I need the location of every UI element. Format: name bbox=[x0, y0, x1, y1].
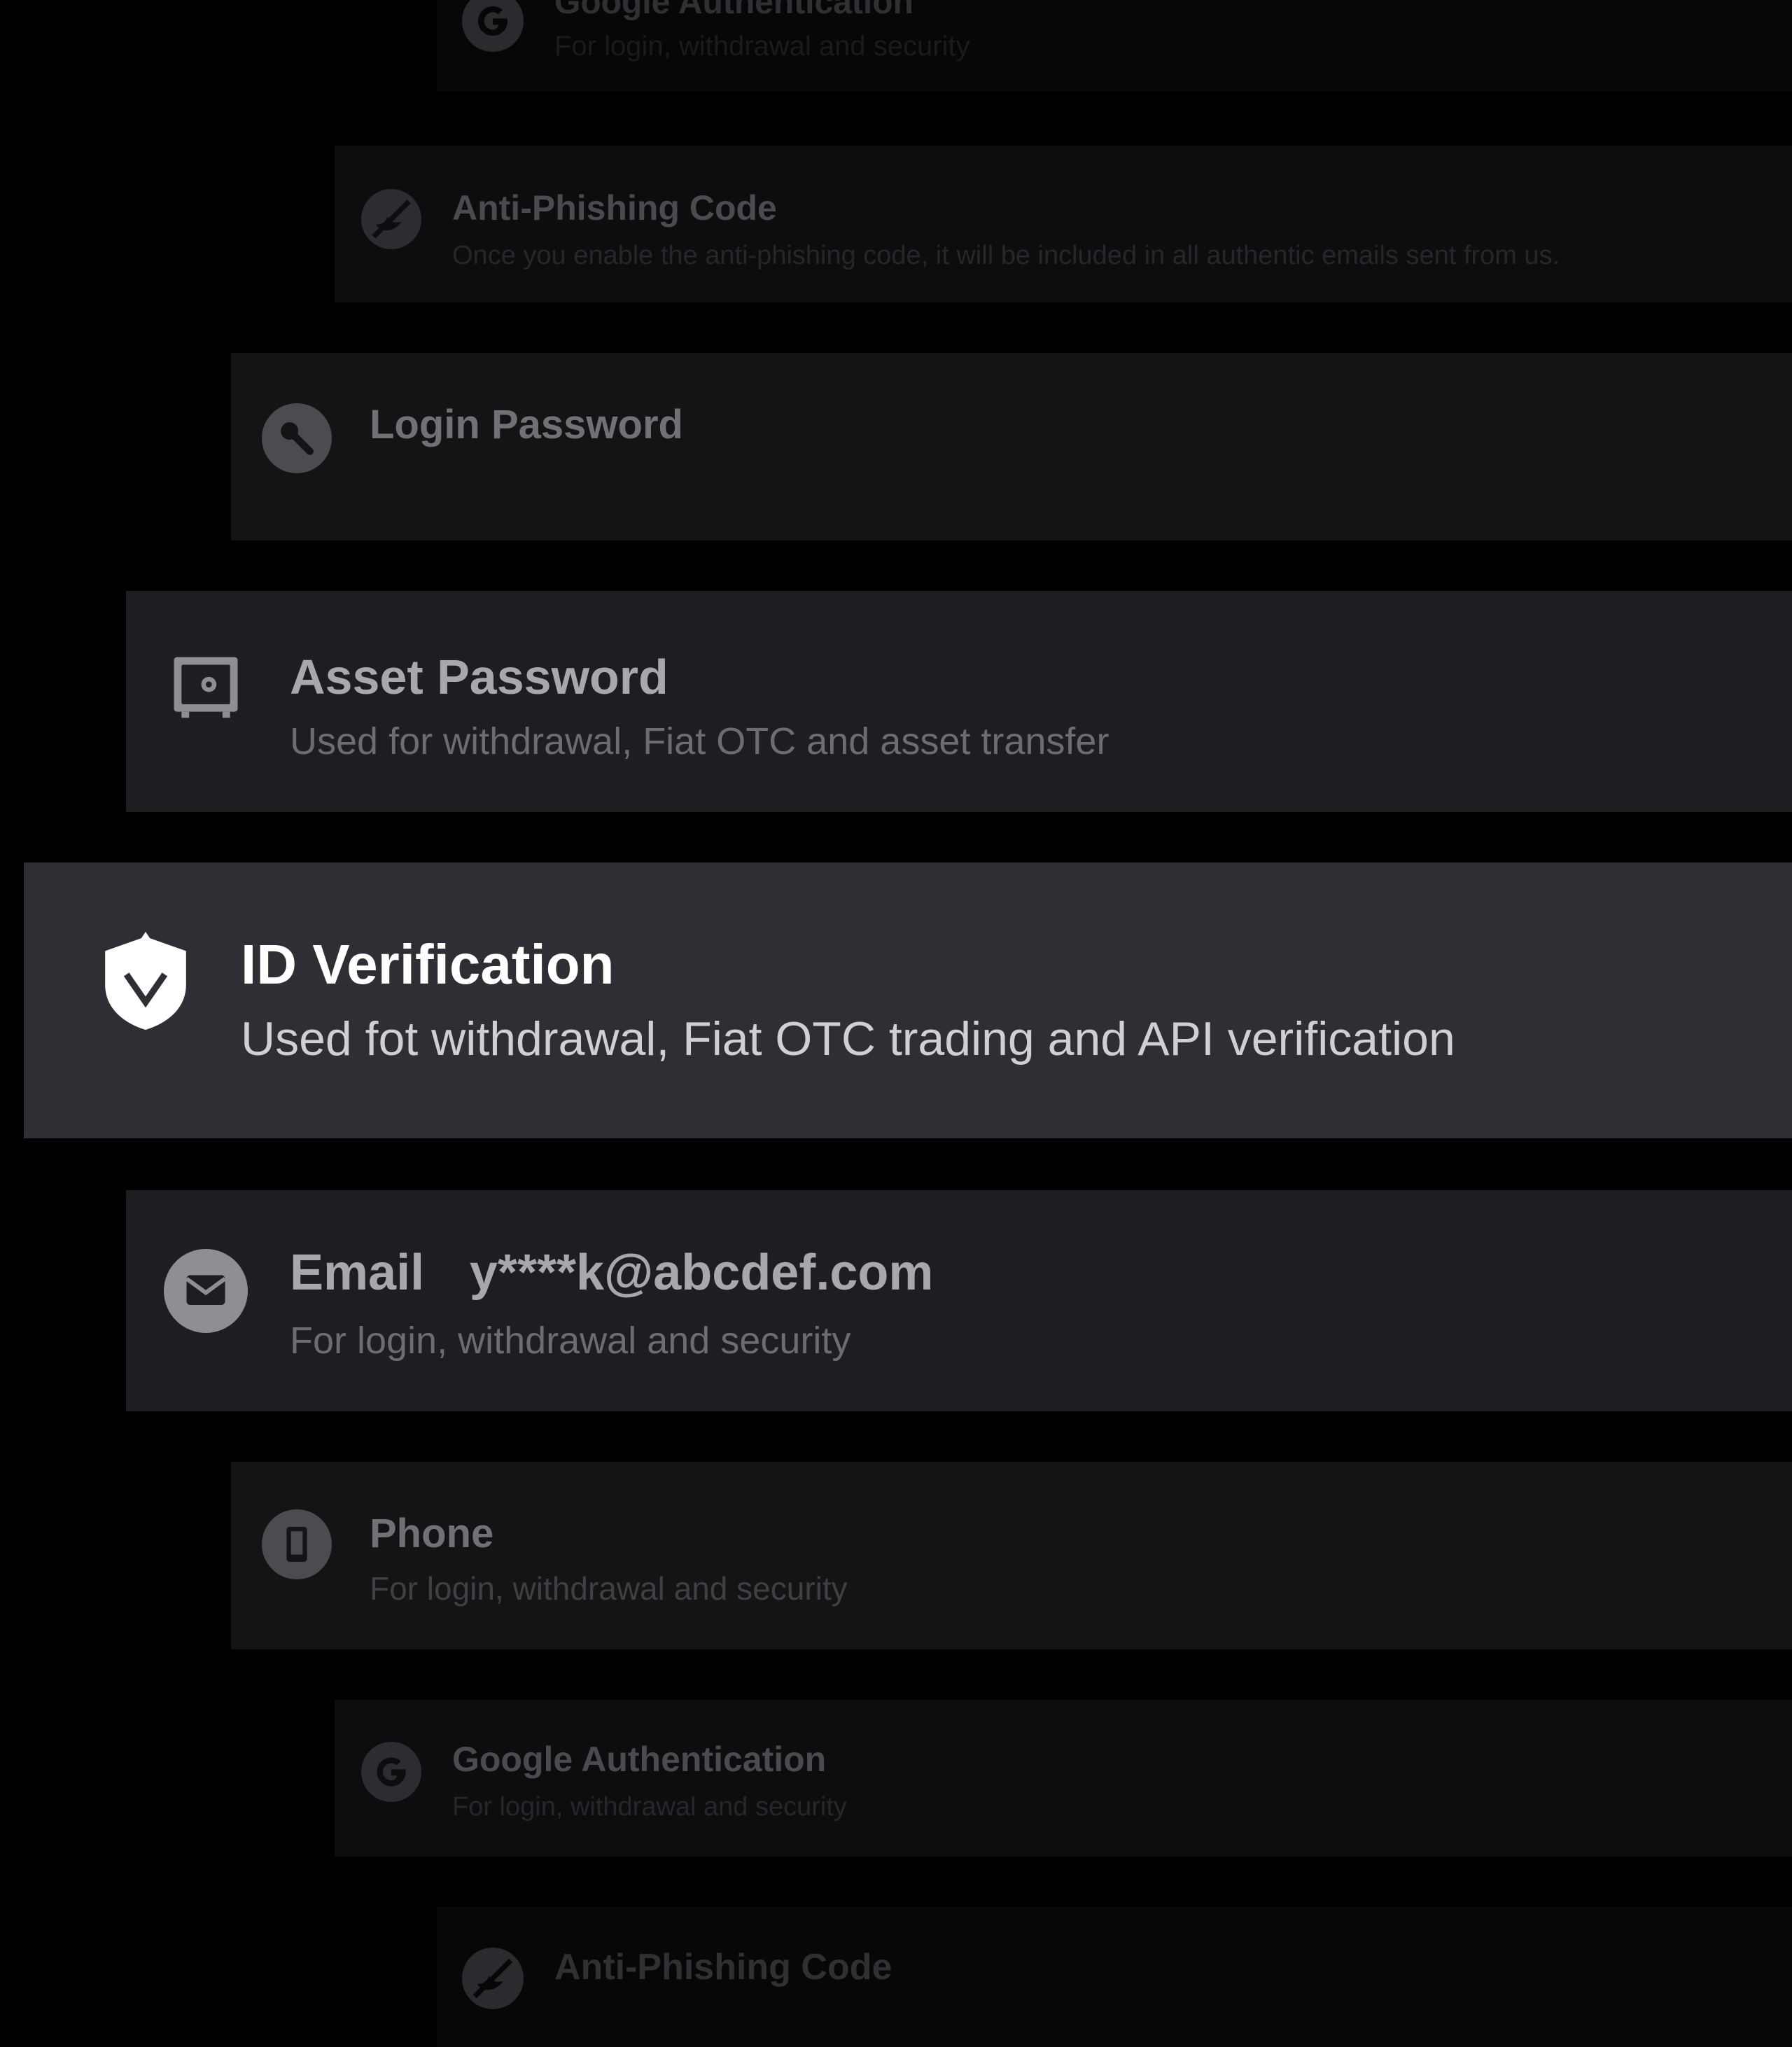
safe-icon bbox=[169, 651, 242, 724]
phone-icon bbox=[262, 1509, 332, 1579]
item-subtitle: Used fot withdrawal, Fiat OTC trading an… bbox=[241, 1012, 1455, 1066]
google-icon bbox=[361, 1742, 421, 1802]
shield-check-icon bbox=[102, 930, 189, 1032]
anti-phishing-icon bbox=[462, 1948, 524, 2009]
asset-password-card[interactable]: Asset Password Used for withdrawal, Fiat… bbox=[126, 591, 1792, 812]
key-icon bbox=[262, 403, 332, 473]
item-title: Asset Password bbox=[290, 650, 668, 704]
email-card[interactable]: Email y****k@abcdef.com For login, withdr… bbox=[126, 1190, 1792, 1411]
item-title: ID Verification bbox=[241, 933, 615, 995]
item-title: Anti-Phishing Code bbox=[452, 188, 777, 228]
phone-card[interactable]: Phone For login, withdrawal and security bbox=[231, 1462, 1792, 1649]
google-authentication-card[interactable]: Google Authentication For login, withdra… bbox=[335, 1700, 1792, 1857]
email-value: y****k@abcdef.com bbox=[469, 1245, 934, 1301]
item-subtitle: For login, withdrawal and security bbox=[452, 1792, 847, 1822]
google-icon bbox=[462, 0, 524, 52]
item-title: Login Password bbox=[370, 402, 683, 447]
id-verification-card[interactable]: ID Verification Used fot withdrawal, Fia… bbox=[24, 862, 1792, 1138]
item-subtitle: For login, withdrawal and security bbox=[290, 1320, 851, 1362]
google-authentication-card[interactable]: Google Authentication For login, withdra… bbox=[437, 0, 1792, 91]
item-title: Phone bbox=[370, 1511, 494, 1556]
item-subtitle: For login, withdrawal and security bbox=[554, 31, 970, 62]
item-title: Google Authentication bbox=[554, 0, 913, 21]
item-title: Google Authentication bbox=[452, 1740, 827, 1779]
anti-phishing-code-card[interactable]: Anti-Phishing Code Once you enable the a… bbox=[335, 146, 1792, 302]
login-password-card[interactable]: Login Password bbox=[231, 353, 1792, 540]
item-subtitle: For login, withdrawal and security bbox=[370, 1570, 848, 1607]
item-subtitle: Used for withdrawal, Fiat OTC and asset … bbox=[290, 720, 1110, 762]
mail-icon bbox=[164, 1249, 248, 1333]
anti-phishing-code-card[interactable]: Anti-Phishing Code bbox=[437, 1907, 1792, 2047]
email-label: Email bbox=[290, 1245, 425, 1301]
item-title: Anti-Phishing Code bbox=[554, 1947, 892, 1987]
item-title: Email y****k@abcdef.com bbox=[290, 1248, 933, 1298]
anti-phishing-icon bbox=[361, 189, 421, 249]
item-subtitle: Once you enable the anti-phishing code, … bbox=[452, 241, 1560, 270]
